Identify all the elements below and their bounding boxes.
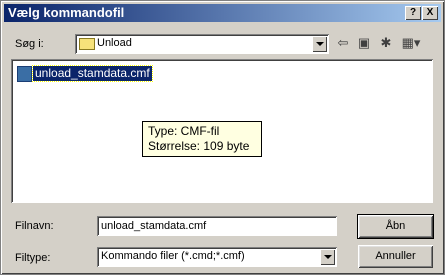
file-tooltip: Type: CMF-fil Størrelse: 109 byte [142,121,262,157]
chevron-down-icon[interactable] [312,36,327,52]
open-button[interactable]: Åbn [357,214,434,239]
help-button[interactable]: ? [405,6,421,20]
look-in-combo[interactable]: Unload [75,34,329,54]
filetype-value: Kommando filer (*.cmd;*.cmf) [101,250,245,262]
filetype-label: Filtype: [15,252,51,264]
arrow-left-icon[interactable]: ⇦ [334,35,352,51]
up-folder-icon[interactable]: ▣ [355,35,373,51]
title-bar: Vælg kommandofil ? X [4,4,441,22]
filename-label: Filnavn: [15,220,54,232]
file-icon [17,66,32,82]
filename-field[interactable]: unload_stamdata.cmf [97,216,337,236]
filetype-combo[interactable]: Kommando filer (*.cmd;*.cmf) [97,247,337,267]
view-menu-icon[interactable]: ▦▾ [399,35,423,51]
look-in-value: Unload [97,37,132,49]
filename-value: unload_stamdata.cmf [101,220,207,232]
close-button[interactable]: X [422,6,438,20]
tooltip-type: Type: CMF-fil [148,124,220,138]
file-open-dialog: Vælg kommandofil ? X Søg i: Unload ⇦ ▣ ✱… [0,0,445,275]
cancel-button[interactable]: Annuller [358,245,433,268]
chevron-down-icon[interactable] [320,249,335,265]
file-name[interactable]: unload_stamdata.cmf [32,65,153,82]
window-title: Vælg kommandofil [8,5,125,20]
folder-icon [79,38,95,50]
look-in-label: Søg i: [15,38,44,50]
new-folder-icon[interactable]: ✱ [377,35,395,51]
tooltip-size: Størrelse: 109 byte [148,139,250,153]
